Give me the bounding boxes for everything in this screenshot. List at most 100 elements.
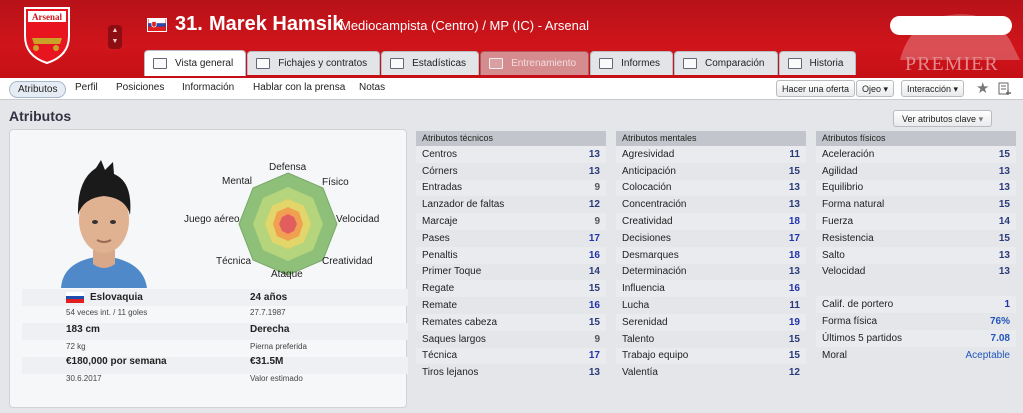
attribute-row[interactable]: Determinación 13 bbox=[616, 264, 806, 281]
tab-informes[interactable]: Informes bbox=[590, 51, 674, 75]
attribute-value: 15 bbox=[998, 232, 1010, 244]
attribute-row[interactable]: Remate 16 bbox=[416, 297, 606, 314]
nationality[interactable]: Eslovaquia bbox=[90, 292, 143, 303]
attribute-name: Agilidad bbox=[822, 165, 858, 177]
tab-estadisticas[interactable]: Estadísticas bbox=[381, 51, 480, 75]
tab-fichajes[interactable]: Fichajes y contratos bbox=[247, 51, 381, 75]
attribute-value: 14 bbox=[998, 216, 1010, 228]
club-crest[interactable]: Arsenal bbox=[22, 6, 72, 64]
subnav-hablar-prensa[interactable]: Hablar con la prensa bbox=[253, 82, 345, 93]
height: 183 cm bbox=[66, 324, 100, 335]
attribute-name: Aceleración bbox=[822, 148, 875, 160]
subnav-perfil[interactable]: Perfil bbox=[75, 82, 98, 93]
notes-add-icon[interactable] bbox=[998, 82, 1012, 95]
scout-dropdown[interactable]: Ojeo ▾ bbox=[856, 80, 895, 97]
attribute-name: Equilibrio bbox=[822, 182, 864, 194]
compare-icon bbox=[683, 58, 698, 69]
attribute-value: 76% bbox=[989, 316, 1010, 328]
search-input[interactable] bbox=[890, 16, 1012, 35]
attribute-row[interactable]: Influencia 16 bbox=[616, 280, 806, 298]
attribute-row[interactable]: Valentía 12 bbox=[616, 364, 806, 381]
subnav-informacion[interactable]: Información bbox=[182, 82, 234, 93]
radar-label-tecnica: Técnica bbox=[216, 256, 252, 267]
attribute-row[interactable]: Trabajo equipo 15 bbox=[616, 347, 806, 365]
subnav-posiciones[interactable]: Posiciones bbox=[116, 82, 164, 93]
attribute-row[interactable]: Agresividad 11 bbox=[616, 146, 806, 163]
radar-label-ataque: Ataque bbox=[271, 269, 303, 280]
subnav-atributos[interactable]: Atributos bbox=[9, 81, 67, 98]
reports-icon bbox=[599, 58, 614, 69]
attribute-row[interactable]: Talento 15 bbox=[616, 331, 806, 348]
attribute-row[interactable]: Desmarques 18 bbox=[616, 246, 806, 264]
attribute-value: Aceptable bbox=[965, 349, 1010, 361]
attribute-row[interactable]: Pases 17 bbox=[416, 230, 606, 247]
attribute-value: 11 bbox=[789, 148, 800, 160]
attribute-row[interactable]: Regate 15 bbox=[416, 280, 606, 298]
slovakia-flag-icon bbox=[147, 18, 167, 32]
attribute-row[interactable]: Aceleración 15 bbox=[816, 146, 1016, 163]
attribute-row[interactable]: Lanzador de faltas 12 bbox=[416, 196, 606, 213]
player-nav-arrows[interactable]: ▲ ▼ bbox=[108, 25, 122, 49]
attribute-row[interactable]: Tiros lejanos 13 bbox=[416, 364, 606, 381]
attribute-value: 16 bbox=[588, 300, 600, 312]
interaction-dropdown[interactable]: Interacción ▾ bbox=[901, 80, 965, 97]
star-icon[interactable]: ★ bbox=[976, 79, 989, 97]
attribute-row[interactable]: Salto 13 bbox=[816, 246, 1016, 264]
attribute-row[interactable]: Equilibrio 13 bbox=[816, 179, 1016, 197]
tab-entrenamiento[interactable]: Entrenamiento bbox=[480, 51, 590, 75]
attribute-row[interactable]: Anticipación 15 bbox=[616, 163, 806, 180]
tab-vista-general[interactable]: Vista general bbox=[144, 50, 247, 76]
attribute-row[interactable]: Técnica 17 bbox=[416, 347, 606, 365]
attribute-row[interactable]: Fuerza 14 bbox=[816, 213, 1016, 230]
attribute-row[interactable]: Lucha 11 bbox=[616, 297, 806, 314]
attribute-name: Talento bbox=[622, 333, 655, 345]
attribute-name: Resistencia bbox=[822, 232, 874, 244]
radar-label-velocidad: Velocidad bbox=[336, 214, 380, 225]
attribute-row[interactable]: Entradas 9 bbox=[416, 179, 606, 197]
attribute-name: Córners bbox=[422, 165, 458, 177]
attribute-row[interactable]: Concentración 13 bbox=[616, 196, 806, 213]
attribute-row[interactable]: Penaltis 16 bbox=[416, 246, 606, 264]
league-watermark: PREMIER bbox=[905, 53, 999, 75]
attribute-row[interactable]: Agilidad 13 bbox=[816, 163, 1016, 180]
attribute-row[interactable]: Serenidad 19 bbox=[616, 313, 806, 331]
key-attributes-dropdown[interactable]: Ver atributos clave ▾ bbox=[893, 110, 993, 127]
attribute-value: 18 bbox=[788, 216, 800, 228]
player-profile-card: Defensa Físico Velocidad Creatividad Ata… bbox=[9, 129, 408, 408]
attribute-name: Forma física bbox=[822, 316, 878, 328]
tab-historia[interactable]: Historia bbox=[778, 51, 857, 75]
attribute-row[interactable]: Primer Toque 14 bbox=[416, 264, 606, 281]
attribute-row[interactable]: Forma física 76% bbox=[816, 313, 1016, 330]
make-offer-button[interactable]: Hacer una oferta bbox=[776, 80, 856, 97]
attribute-name: Influencia bbox=[622, 283, 665, 295]
tab-comparacion[interactable]: Comparación bbox=[674, 51, 778, 75]
attribute-value: 15 bbox=[998, 148, 1010, 160]
attribute-row[interactable]: Calif. de portero 1 bbox=[816, 296, 1016, 314]
attribute-value: 11 bbox=[789, 300, 800, 312]
attribute-row[interactable]: Córners 13 bbox=[416, 163, 606, 180]
attribute-name: Entradas bbox=[422, 182, 463, 194]
attribute-name: Lucha bbox=[622, 300, 650, 312]
attribute-value: 13 bbox=[788, 199, 800, 211]
attribute-row[interactable]: Remates cabeza 15 bbox=[416, 313, 606, 331]
attribute-value: 14 bbox=[588, 266, 600, 278]
technical-attributes-panel: Atributos técnicos Centros 13 Córners 13 Ent… bbox=[416, 131, 606, 381]
training-icon bbox=[489, 58, 504, 69]
attribute-row[interactable]: Forma natural 15 bbox=[816, 196, 1016, 213]
attribute-row[interactable]: Velocidad 13 bbox=[816, 264, 1016, 281]
attribute-name: Regate bbox=[422, 283, 455, 295]
attribute-row[interactable]: Saques largos 9 bbox=[416, 331, 606, 348]
attribute-row[interactable]: Colocación 13 bbox=[616, 179, 806, 197]
attribute-name: Serenidad bbox=[622, 316, 668, 328]
attribute-row[interactable]: Moral Aceptable bbox=[816, 347, 1016, 364]
subnav-notas[interactable]: Notas bbox=[359, 82, 385, 93]
attribute-row[interactable]: Resistencia 15 bbox=[816, 230, 1016, 247]
attribute-row[interactable]: Centros 13 bbox=[416, 146, 606, 163]
attribute-row[interactable]: Últimos 5 partidos 7.08 bbox=[816, 329, 1016, 347]
attribute-row[interactable]: Decisiones 17 bbox=[616, 230, 806, 247]
attribute-name: Concentración bbox=[622, 199, 687, 211]
attribute-row[interactable]: Marcaje 9 bbox=[416, 213, 606, 230]
attribute-row[interactable]: Creatividad 18 bbox=[616, 213, 806, 230]
attribute-name: Valentía bbox=[622, 367, 658, 379]
attribute-value: 15 bbox=[588, 316, 600, 328]
